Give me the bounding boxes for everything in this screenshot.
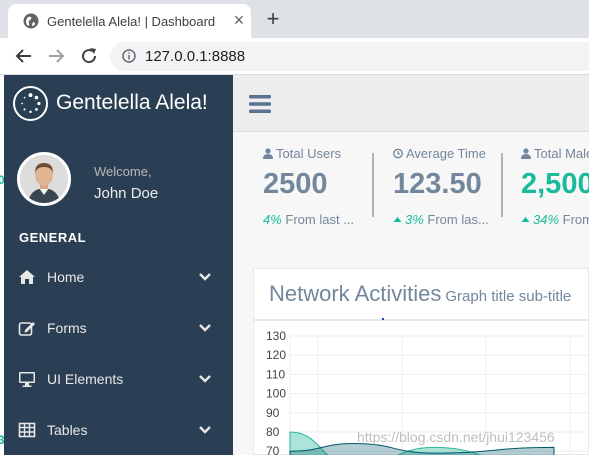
y-tick-label: 130 [266,329,286,343]
close-tab-icon[interactable]: × [230,11,248,29]
browser-tab-bar: Gentelella Alela! | Dashboard × + [0,0,589,38]
watermark: https://blog.csdn.net/jhui123456 [357,429,555,445]
stat-footnote: 4% From last ... [263,212,354,227]
stat-value: 2,500 [521,168,589,200]
stat-label-text: Total Male [534,146,589,161]
caret-up-icon [521,217,530,222]
back-arrow-icon[interactable] [14,46,34,66]
stat-footnote-text: From last ... [281,212,355,227]
tab-title: Gentelella Alela! | Dashboard [47,14,216,29]
reload-icon[interactable] [79,46,99,66]
panel-subtitle: Graph title sub-title [445,288,572,305]
chevron-down-icon [199,375,211,383]
tile-divider [501,153,503,217]
stat-tile-total-male: Total Male 2,500 34% From [521,133,589,233]
stat-tiles: Total Users 2500 4% From last ... Averag… [233,133,589,253]
menu-section-title: GENERAL [19,230,87,245]
stat-percent: 4% [263,212,282,227]
stat-percent: 34% [533,212,560,227]
info-icon[interactable] [122,49,136,63]
cursor-mark [382,318,384,320]
user-icon [263,148,273,159]
globe-icon [23,13,39,29]
stat-label-text: Total Users [276,146,342,161]
y-tick-label: 80 [266,425,280,439]
sidebar: Gentelella Alela! Welcome, John Doe GENE… [4,75,233,455]
stat-value: 2500 [263,168,328,200]
brand-link[interactable]: Gentelella Alela! [4,75,233,132]
avatar-image [20,155,68,203]
new-tab-button[interactable]: + [262,8,284,30]
chevron-down-icon [199,273,211,281]
menu-toggle-icon[interactable] [249,94,271,114]
stat-label: Total Male [521,146,589,161]
stat-percent: 3% [405,212,424,227]
stat-label: Average Time [393,146,486,161]
y-tick-label: 90 [266,406,280,420]
stat-footnote: 34% From [521,212,589,227]
browser-toolbar: 127.0.0.1:8888 [0,38,589,75]
edit-icon [18,322,35,336]
tile-divider [372,153,374,217]
stat-footnote-text: From [562,212,589,227]
stat-tile-average-time: Average Time 123.50 3% From las... [393,133,503,233]
sidebar-item-ui-elements[interactable]: UI Elements [4,359,233,399]
panel-title-text: Network Activities [269,281,442,306]
stat-value: 123.50 [393,168,482,200]
sidebar-item-label: Home [47,269,85,285]
brand-logo-icon [13,86,48,121]
user-icon [521,148,531,159]
url-text[interactable]: 127.0.0.1:8888 [145,48,245,65]
network-activities-panel: Network Activities Graph title sub-title … [253,268,589,455]
forward-arrow-icon[interactable] [46,46,66,66]
panel-divider [254,319,589,321]
y-tick-label: 70 [266,444,280,455]
y-tick-label: 110 [266,367,285,381]
panel-title: Network Activities Graph title sub-title [269,281,571,307]
stat-footnote: 3% From las... [393,212,489,227]
desktop-icon [19,372,35,387]
sidebar-item-home[interactable]: Home [4,257,233,297]
avatar [17,152,71,206]
stat-label: Total Users [263,146,341,161]
user-name: John Doe [94,185,159,202]
top-navigation [233,75,589,132]
sidebar-item-forms[interactable]: Forms [4,308,233,348]
address-bar[interactable]: 127.0.0.1:8888 [110,42,589,71]
page-viewport: 0 3 Gentelella Alela! Welcome, John Doe … [0,75,589,455]
y-tick-label: 120 [266,348,286,362]
stat-footnote-text: From las... [423,212,489,227]
y-tick-label: 100 [266,387,286,401]
stat-tile-total-users: Total Users 2500 4% From last ... [263,133,373,233]
clock-icon [393,148,403,159]
table-icon [18,422,36,438]
home-icon [19,270,35,284]
browser-tab[interactable]: Gentelella Alela! | Dashboard × [8,4,251,38]
caret-up-icon [393,217,402,222]
sidebar-item-label: Forms [47,320,87,336]
sidebar-item-label: UI Elements [47,371,124,387]
sidebar-item-tables[interactable]: Tables [4,410,233,450]
chevron-down-icon [199,324,211,332]
welcome-text: Welcome, [94,164,152,179]
stat-label-text: Average Time [406,146,486,161]
brand-title: Gentelella Alela! [56,91,208,114]
sidebar-item-label: Tables [47,422,88,438]
chevron-down-icon [199,426,211,434]
